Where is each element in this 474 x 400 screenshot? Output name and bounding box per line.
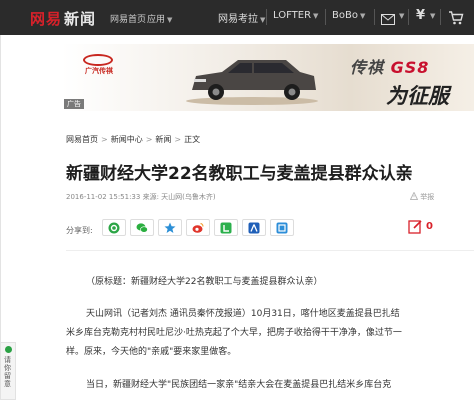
ad-tag: 广告 bbox=[64, 99, 84, 109]
brand-emblem-icon bbox=[83, 54, 113, 66]
ad-slogan-model: GS8 bbox=[390, 58, 430, 77]
ad-slogan-line2: 为征服 bbox=[386, 84, 449, 108]
nav-kaola[interactable]: 网易考拉 ▼ bbox=[218, 10, 265, 25]
yixin-icon bbox=[220, 222, 232, 234]
chevron-down-icon[interactable]: ▼ bbox=[399, 12, 404, 20]
nav-divider bbox=[440, 9, 441, 25]
breadcrumb-separator: > bbox=[174, 135, 182, 144]
article-meta: 2016-11-02 15:51:33 来源: 天山网(乌鲁木齐) bbox=[66, 193, 216, 201]
breadcrumb-current: 正文 bbox=[184, 135, 201, 144]
share-wechat-button[interactable] bbox=[130, 219, 154, 236]
comment-count-button[interactable]: 0 bbox=[408, 219, 433, 238]
nav-divider bbox=[408, 9, 409, 25]
wechat-icon bbox=[136, 223, 148, 233]
renren-icon bbox=[248, 222, 260, 234]
content-divider bbox=[66, 250, 474, 251]
top-navbar: 网易 新闻 网易首页 应用 ▼ 网易考拉 ▼ LOFTER ▼ BoBo ▼ ▼ ¥ ▼ bbox=[0, 0, 474, 35]
suv-image bbox=[186, 60, 318, 105]
share-label: 分享到: bbox=[66, 226, 93, 235]
report-label: 举报 bbox=[420, 193, 435, 201]
breadcrumb: 网易首页 > 新闻中心 > 新闻 > 正文 bbox=[66, 134, 200, 145]
comment-count: 0 bbox=[426, 221, 433, 232]
mail-icon[interactable] bbox=[381, 10, 395, 29]
article-paragraph-line: 当日，新疆财经大学"民族团结一家亲"结亲大会在麦盖提县巴扎结米乡库台克 bbox=[86, 380, 392, 390]
weibo-icon bbox=[192, 222, 204, 233]
chevron-down-icon: ▼ bbox=[167, 16, 173, 24]
breadcrumb-news[interactable]: 新闻 bbox=[155, 135, 171, 144]
logo-part-news: 新闻 bbox=[64, 10, 97, 28]
feedback-label: 请你留意 bbox=[4, 356, 11, 388]
status-dot-icon bbox=[5, 346, 12, 353]
share-weibo-button[interactable] bbox=[186, 219, 210, 236]
chevron-down-icon[interactable]: ▼ bbox=[430, 12, 435, 20]
ad-slogan-prefix: 传祺 bbox=[350, 58, 385, 77]
nav-kaola-label: 网易考拉 bbox=[218, 14, 258, 25]
feedback-tab[interactable]: 请你留意 bbox=[0, 342, 16, 400]
article-paragraph-line: 米乡库台克勒克村村民吐尼沙·吐热克起了个大早，把房子收拾得干干净净，像过节一 bbox=[66, 328, 402, 338]
article-paragraph-line: 天山网讯（记者刘杰 通讯员秦怀茂报道）10月31日，喀什地区麦盖提县巴扎结 bbox=[86, 309, 400, 319]
share-yixin-button[interactable] bbox=[214, 219, 238, 236]
ad-banner[interactable]: 广汽传祺 传祺 GS8 为征服 广告 bbox=[62, 44, 474, 111]
nav-apps-label: 应用 bbox=[147, 15, 166, 25]
netease-news-logo[interactable]: 网易 新闻 bbox=[30, 8, 96, 29]
nav-divider bbox=[325, 9, 326, 25]
share-qq-button[interactable] bbox=[270, 219, 294, 236]
chevron-down-icon: ▼ bbox=[313, 12, 319, 20]
article-title: 新疆财经大学22名教职工与麦盖提县群众认亲 bbox=[66, 164, 413, 184]
nav-lofter-label: LOFTER bbox=[273, 10, 312, 21]
cart-icon[interactable] bbox=[448, 10, 464, 29]
article-original-title: （原标题：新疆财经大学22名教职工与麦盖提县群众认亲） bbox=[86, 277, 323, 287]
nav-divider bbox=[266, 9, 267, 25]
nav-divider bbox=[374, 9, 375, 25]
article-paragraph-line: 样。原来，今天他的"亲戚"要来家里做客。 bbox=[66, 347, 237, 357]
qzone-star-icon bbox=[164, 222, 176, 233]
nav-netease-home[interactable]: 网易首页 bbox=[110, 12, 146, 25]
share-qzone-button[interactable] bbox=[158, 219, 182, 236]
ad-brand-name: 广汽传祺 bbox=[85, 67, 113, 75]
ad-slogan-line1: 传祺 GS8 bbox=[350, 54, 429, 78]
share-netease-button[interactable] bbox=[102, 219, 126, 236]
share-renren-button[interactable] bbox=[242, 219, 266, 236]
nav-lofter[interactable]: LOFTER ▼ bbox=[273, 10, 318, 21]
netease-share-icon bbox=[108, 222, 120, 234]
nav-bobo-label: BoBo bbox=[332, 10, 358, 21]
breadcrumb-separator: > bbox=[101, 135, 108, 144]
qq-icon bbox=[276, 222, 288, 234]
breadcrumb-news-center[interactable]: 新闻中心 bbox=[111, 135, 143, 144]
warning-icon bbox=[409, 191, 419, 200]
breadcrumb-netease-home[interactable]: 网易首页 bbox=[66, 135, 98, 144]
yen-icon[interactable]: ¥ bbox=[416, 8, 425, 23]
nav-bobo[interactable]: BoBo ▼ bbox=[332, 10, 365, 21]
logo-part-netease: 网易 bbox=[30, 10, 63, 28]
nav-apps[interactable]: 应用 ▼ bbox=[147, 12, 172, 25]
chevron-down-icon: ▼ bbox=[359, 12, 366, 20]
chevron-down-icon: ▼ bbox=[260, 16, 266, 24]
report-link[interactable]: 举报 bbox=[409, 191, 435, 202]
breadcrumb-separator: > bbox=[145, 135, 153, 144]
edit-comment-icon bbox=[408, 220, 422, 234]
